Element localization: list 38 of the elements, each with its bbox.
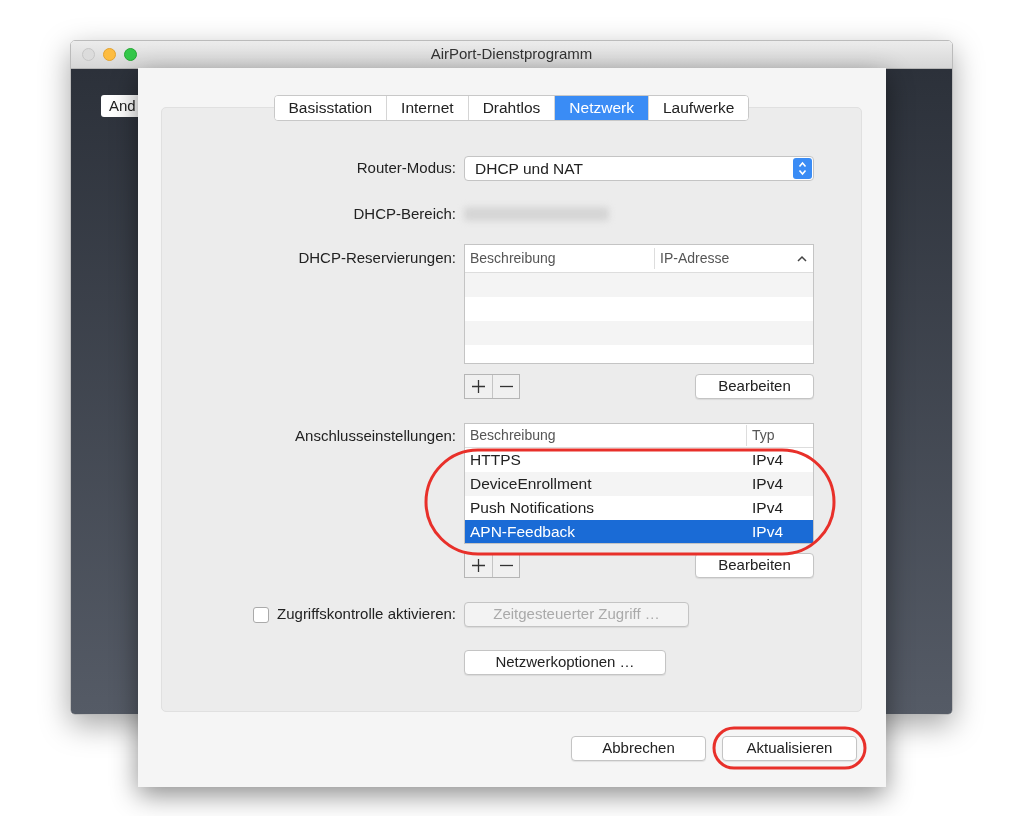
table-cell-text: IPv4 [751,450,783,471]
edit-button[interactable]: Bearbeiten [695,374,814,399]
table-row[interactable]: DeviceEnrollment IPv4 [465,472,813,496]
network-options-button[interactable]: Netzwerkoptionen … [464,650,666,675]
table-cell-text: APN-Feedback [469,522,577,543]
remove-button[interactable] [492,554,519,577]
column-header[interactable]: Beschreibung [465,425,747,446]
cancel-button[interactable]: Abbrechen [571,736,706,761]
table-cell-text: HTTPS [469,450,522,471]
field-label: Anschlusseinstellungen: [294,426,457,446]
sort-caret-icon[interactable] [797,255,807,262]
column-header[interactable]: Typ [747,425,775,446]
column-header[interactable]: IP-Adresse [660,248,730,269]
table-cell-text: IPv4 [751,498,783,519]
table-cell-text: IPv4 [751,474,783,495]
update-button[interactable]: Aktualisieren [722,736,857,761]
column-header[interactable]: Beschreibung [465,248,655,269]
tab[interactable]: Basisstation [274,96,388,120]
stepper-arrows-icon [798,161,807,176]
table-cell-text: IPv4 [751,522,783,543]
zoom-button[interactable] [124,48,137,61]
checkbox[interactable] [253,606,270,623]
field-label: DHCP-Bereich: [352,203,457,224]
add-button[interactable] [465,375,492,398]
add-button[interactable] [465,554,492,577]
minimize-button[interactable] [103,48,116,61]
table-row[interactable]: APN-Feedback IPv4 [465,520,813,543]
table-row[interactable]: Push Notifications IPv4 [465,496,813,520]
window-title: AirPort-Dienstprogramm [430,44,593,65]
field-label: Router-Modus: [355,158,457,179]
field-label: DHCP-Reservierungen: [297,248,457,268]
plus-icon [472,380,485,393]
table-cell-text: Push Notifications [469,498,596,519]
table-cell-text: DeviceEnrollment [469,474,593,495]
close-button[interactable] [82,48,95,61]
router-mode-select[interactable]: DHCP und NAT [464,156,814,181]
checkbox-label: Zugriffskontrolle aktivieren: [277,604,456,625]
plus-icon [472,559,485,572]
